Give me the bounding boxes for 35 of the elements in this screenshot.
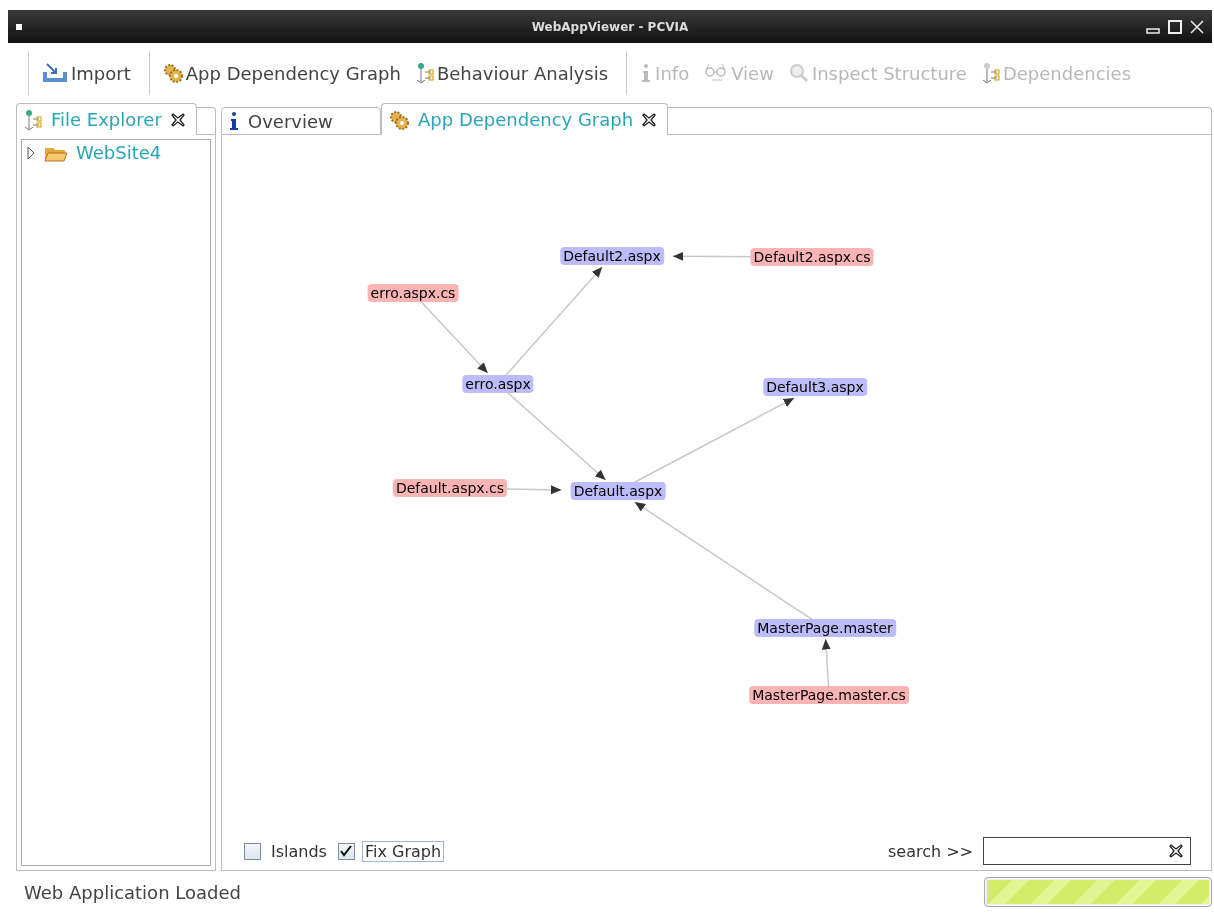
window-menu-icon[interactable]: [16, 23, 22, 30]
checkbox-label[interactable]: Fix Graph: [361, 840, 445, 862]
graph-node[interactable]: erro.aspx.cs: [367, 284, 459, 302]
search-label: search >>: [887, 841, 973, 861]
checkbox[interactable]: [337, 842, 355, 860]
checkbox-label[interactable]: Islands: [268, 840, 330, 862]
tree-icon: [23, 108, 43, 131]
graph-node[interactable]: Default.aspx.cs: [392, 479, 508, 497]
tree-icon: [414, 62, 435, 84]
close-icon[interactable]: [641, 111, 658, 128]
expand-icon[interactable]: [26, 144, 36, 161]
graph-node[interactable]: Default2.aspx.cs: [750, 248, 874, 266]
toolbar-button[interactable]: App Dependency Graph: [157, 60, 405, 86]
graph-node[interactable]: Default2.aspx: [560, 247, 664, 265]
graph-node[interactable]: Default.aspx: [570, 482, 666, 500]
search-icon: [787, 62, 810, 84]
toolbar-button[interactable]: Behaviour Analysis: [410, 60, 613, 86]
import-icon: [41, 62, 69, 84]
close-icon[interactable]: [169, 111, 186, 128]
clear-icon[interactable]: [1168, 843, 1184, 859]
graph-node[interactable]: MasterPage.master.cs: [749, 686, 909, 704]
maximize-icon[interactable]: [1168, 19, 1182, 34]
window-title: WebAppViewer - PCVIA: [531, 19, 689, 34]
gears-icon: [161, 62, 184, 84]
toolbar-button[interactable]: Import: [37, 60, 135, 86]
gears-icon: [388, 108, 410, 131]
checkbox[interactable]: [244, 842, 261, 860]
graph-node[interactable]: erro.aspx: [462, 375, 534, 393]
tree-icon: [980, 62, 1001, 84]
search-field[interactable]: [983, 837, 1191, 865]
editor-tab[interactable]: Overview: [221, 107, 381, 135]
status-text: Web Application Loaded: [24, 881, 241, 903]
info-icon: [228, 111, 240, 131]
graph-node[interactable]: Default3.aspx: [763, 378, 867, 396]
graph-node[interactable]: MasterPage.master: [754, 619, 896, 637]
